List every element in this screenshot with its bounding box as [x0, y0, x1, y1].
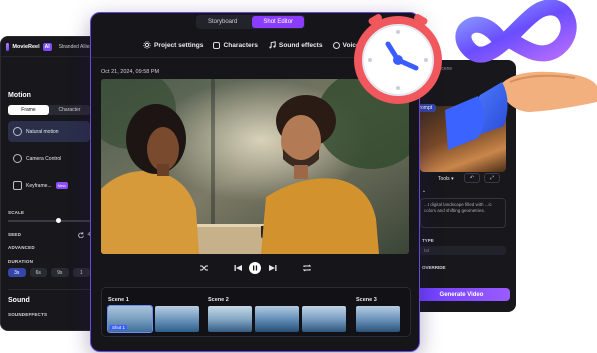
app-header: MovieReel AI Stranded Allies	[1, 37, 97, 57]
voice-icon	[332, 41, 340, 49]
motion-tabs: Frame Character	[8, 105, 90, 115]
tools-dropdown[interactable]: Tools ▾	[438, 176, 454, 182]
scene-timeline: Scene 1 Scene 2 Scene 3 Shot 1	[101, 287, 411, 337]
shot-thumbnail[interactable]	[302, 306, 346, 332]
app-brand: MovieReel	[12, 43, 40, 50]
nav-project-settings[interactable]: Project settings	[143, 41, 203, 49]
shot-thumbnail[interactable]	[356, 306, 400, 332]
tab-frame[interactable]: Frame	[8, 105, 49, 115]
divider	[8, 289, 90, 290]
camera-icon	[13, 154, 22, 163]
shot-timestamp: Oct 21, 2024, 09:58 PM	[101, 69, 160, 75]
scene-1-title: Scene 1	[108, 297, 129, 303]
seed-label: SEED	[8, 232, 22, 237]
nav-characters[interactable]: Characters	[213, 41, 258, 49]
project-title[interactable]: Stranded Allies	[59, 44, 92, 50]
characters-icon	[213, 41, 221, 49]
generate-video-button[interactable]: Generate Video	[413, 288, 510, 301]
motion-heading: Motion	[8, 92, 31, 99]
undo-icon[interactable]: ↶	[464, 173, 480, 183]
pause-button[interactable]	[249, 262, 261, 274]
slider-knob[interactable]	[56, 218, 61, 223]
nav-characters-label: Characters	[223, 41, 258, 49]
keyframe-label: Keyframe...	[26, 182, 52, 189]
sound-heading: Sound	[8, 297, 30, 304]
playback-controls	[91, 262, 419, 276]
duration-options: 3s 6s 9s 1	[1, 268, 97, 277]
tools-label: Tools	[438, 176, 450, 182]
marketing-composite: MovieReel AI Stranded Allies Motion Fram…	[0, 0, 597, 353]
keyframe-icon	[13, 181, 22, 190]
type-label: TYPE	[422, 238, 434, 243]
camera-control-label: Camera Control	[26, 155, 62, 162]
gear-icon	[143, 41, 151, 49]
natural-motion-label: Natural motion	[26, 128, 59, 135]
clock-icon	[354, 13, 442, 104]
expand-icon[interactable]: ⤢	[484, 173, 500, 183]
duration-3s[interactable]: 3s	[8, 268, 26, 277]
new-badge: New	[55, 182, 68, 189]
tab-shot-editor[interactable]: Shot Editor	[252, 16, 305, 28]
shot-thumbnail[interactable]: Shot 1	[107, 305, 153, 333]
shot-badge: Shot 1	[110, 325, 128, 330]
nav-project-settings-label: Project settings	[154, 41, 204, 49]
scene-2-title: Scene 2	[208, 297, 229, 303]
duration-more[interactable]: 1	[72, 268, 90, 277]
motion-settings-panel: MovieReel AI Stranded Allies Motion Fram…	[0, 36, 98, 331]
scale-label: SCALE	[8, 210, 25, 215]
scene-3-title: Scene 3	[356, 297, 377, 303]
prompt-chevron-icon[interactable]: ⌃	[422, 190, 426, 196]
nav-sound-effects-label: Sound effects	[278, 41, 323, 49]
repeat-icon[interactable]	[301, 262, 313, 274]
infinity-hand-icon	[445, 0, 597, 150]
overrides-label[interactable]: OVERRIDE	[422, 265, 446, 270]
refresh-icon[interactable]	[78, 232, 85, 238]
nav-sound-effects[interactable]: Sound effects	[268, 41, 323, 49]
duration-label: DURATION	[8, 259, 34, 264]
editor-mode-tabs: Storyboard Shot Editor	[196, 15, 306, 29]
editor-nav: Project settings Characters Sound effect…	[143, 41, 360, 49]
shot-thumbnail[interactable]	[155, 306, 199, 332]
motion-icon	[13, 127, 22, 136]
keyframe-option[interactable]: Keyframe... New	[8, 175, 90, 196]
tab-storyboard[interactable]: Storyboard	[197, 16, 248, 28]
natural-motion-option[interactable]: Natural motion	[8, 121, 90, 142]
skip-back-icon[interactable]	[232, 262, 244, 274]
advanced-label[interactable]: ADVANCED	[1, 245, 97, 250]
sound-effects-label: SOUNDEFFECTS	[8, 312, 48, 317]
music-icon	[269, 41, 276, 49]
app-logo-icon	[6, 42, 10, 51]
shuffle-icon[interactable]	[198, 262, 210, 274]
chevron-down-icon: ▾	[451, 176, 454, 182]
skip-forward-icon[interactable]	[267, 262, 279, 274]
tab-character[interactable]: Character	[49, 105, 90, 115]
shot-thumbnail[interactable]	[208, 306, 252, 332]
scale-slider[interactable]	[8, 218, 90, 223]
ai-badge: AI	[42, 42, 52, 51]
duration-6s[interactable]: 6s	[29, 268, 47, 277]
type-field[interactable]: hd	[420, 246, 506, 255]
camera-control-option[interactable]: Camera Control	[8, 148, 90, 169]
duration-9s[interactable]: 9s	[51, 268, 69, 277]
prompt-textarea[interactable]: ...t digital landscape filled with ...ic…	[420, 198, 506, 228]
shot-thumbnail[interactable]	[255, 306, 299, 332]
